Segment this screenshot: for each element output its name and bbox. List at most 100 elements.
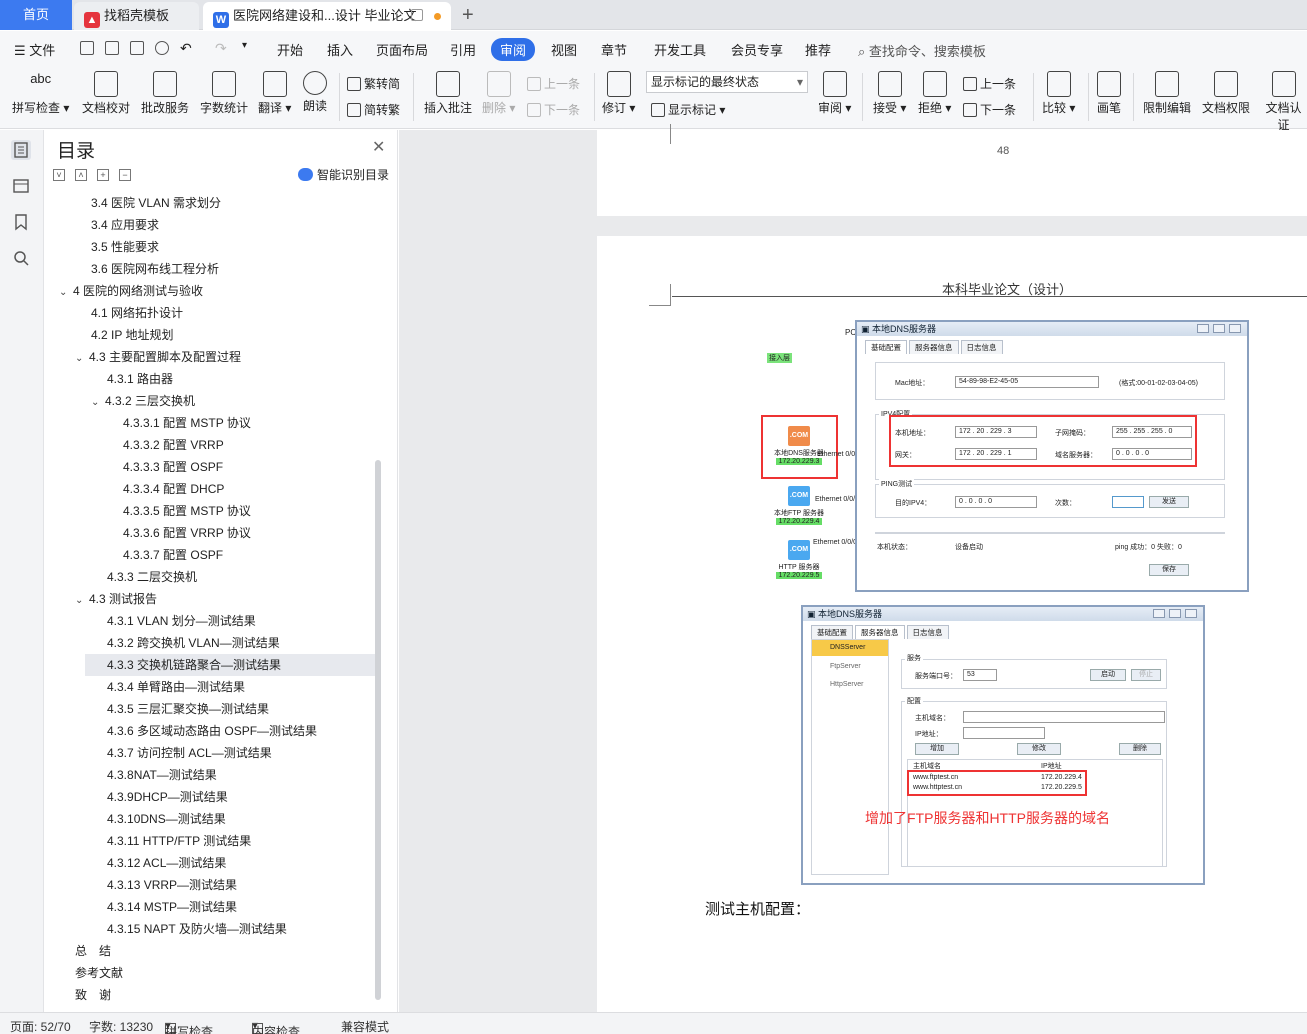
window-mode-icon[interactable] <box>411 9 423 21</box>
toc-item[interactable]: 4.3.3 交换机链路聚合—测试结果 <box>85 654 375 676</box>
toc-item[interactable]: 4.3.1 路由器 <box>45 368 375 390</box>
expand-chevron-icon[interactable]: ⌄ <box>91 392 105 414</box>
toc-item[interactable]: 4.3.3.3 配置 OSPF <box>45 456 375 478</box>
markup-state-select[interactable]: 显示标记的最终状态 <box>646 71 808 93</box>
toc-item[interactable]: 4.3.10DNS—测试结果 <box>45 808 375 830</box>
toc-item[interactable]: 4.3.3.6 配置 VRRP 协议 <box>45 522 375 544</box>
simp-to-trad-button[interactable]: 简转繁 <box>347 101 400 118</box>
insert-comment-button[interactable]: 插入批注 <box>424 71 472 116</box>
file-menu[interactable]: ☰ 文件 <box>14 40 55 59</box>
tab-document[interactable]: W 医院网络建设和...设计 毕业论文 <box>203 2 451 30</box>
tab-template-store[interactable]: ▲ 找稻壳模板 <box>74 2 199 30</box>
menu-layout[interactable]: 页面布局 <box>376 40 428 59</box>
undo-icon[interactable]: ↶ <box>180 40 192 57</box>
collapse-all-icon[interactable]: ˅ <box>53 169 65 181</box>
body-paragraph[interactable]: 测试主机配置： <box>705 898 810 919</box>
content-check-status[interactable]: 内容检查 ▾ <box>252 1018 300 1034</box>
toc-item[interactable]: 4.3.3.4 配置 DHCP <box>45 478 375 500</box>
toc-item[interactable]: 4.3.2 跨交换机 VLAN—测试结果 <box>45 632 375 654</box>
menu-start[interactable]: 开始 <box>277 40 303 59</box>
spell-check-status[interactable]: 拼写检查 ▾ <box>165 1018 213 1034</box>
toc-item[interactable]: 致 谢 <box>45 984 375 1006</box>
toc-item[interactable]: 4.3.15 NAPT 及防火墙—测试结果 <box>45 918 375 940</box>
toc-item[interactable]: 3.4 医院 VLAN 需求划分 <box>45 192 375 214</box>
read-aloud-button[interactable]: 朗读 <box>303 71 327 114</box>
toc-item[interactable]: ⌄ 4.3 主要配置脚本及配置过程 <box>45 346 375 368</box>
doc-check-button[interactable]: 文档校对 <box>82 71 130 116</box>
trad-to-simp-button[interactable]: 繁转简 <box>347 75 400 92</box>
nav-pane-button[interactable] <box>11 176 31 196</box>
toc-item[interactable]: 4.3.3.2 配置 VRRP <box>45 434 375 456</box>
prev-revision-button[interactable]: 上一条 <box>963 75 1016 92</box>
toc-item[interactable]: 3.4 应用要求 <box>45 214 375 236</box>
doc-cert-button[interactable]: 文档认证 <box>1260 71 1307 133</box>
customize-toolbar-icon[interactable]: ▾ <box>242 40 247 51</box>
review-pane-button[interactable]: 审阅 ▾ <box>818 71 851 116</box>
toc-item[interactable]: 4.3.12 ACL—测试结果 <box>45 852 375 874</box>
word-count-indicator[interactable]: 字数: 13230 <box>89 1018 153 1034</box>
toc-item[interactable]: 3.5 性能要求 <box>45 236 375 258</box>
toc-item[interactable]: 4.3.3.1 配置 MSTP 协议 <box>45 412 375 434</box>
expand-all-icon[interactable]: ˄ <box>75 169 87 181</box>
menu-member[interactable]: 会员专享 <box>731 40 783 59</box>
menu-insert[interactable]: 插入 <box>327 40 353 59</box>
toc-item[interactable]: 4.3.1 VLAN 划分—测试结果 <box>45 610 375 632</box>
next-comment-button[interactable]: 下一条 <box>527 101 580 118</box>
compare-button[interactable]: 比较 ▾ <box>1042 71 1075 116</box>
menu-view[interactable]: 视图 <box>551 40 577 59</box>
next-revision-button[interactable]: 下一条 <box>963 101 1016 118</box>
toc-rail-button[interactable] <box>11 140 31 160</box>
delete-comment-button[interactable]: 删除 ▾ <box>482 71 515 116</box>
remove-heading-icon[interactable]: − <box>119 169 131 181</box>
toc-item[interactable]: 4.3.13 VRRP—测试结果 <box>45 874 375 896</box>
toc-item[interactable]: 4.3.4 单臂路由—测试结果 <box>45 676 375 698</box>
smart-toc-button[interactable]: 智能识别目录 <box>298 166 389 183</box>
toc-item[interactable]: 4.1 网络拓扑设计 <box>45 302 375 324</box>
spell-check-button[interactable]: abc 拼写检查 ▾ <box>12 71 69 116</box>
show-markup-button[interactable]: 显示标记 ▾ <box>651 101 725 118</box>
toc-item[interactable]: 4.3.8NAT—测试结果 <box>45 764 375 786</box>
expand-chevron-icon[interactable]: ⌄ <box>75 348 89 370</box>
prev-comment-button[interactable]: 上一条 <box>527 75 580 92</box>
page-indicator[interactable]: 页面: 52/70 <box>10 1018 71 1034</box>
expand-chevron-icon[interactable]: ⌄ <box>75 590 89 612</box>
revise-button[interactable]: 修订 ▾ <box>602 71 635 116</box>
toc-item[interactable]: 3.6 医院网布线工程分析 <box>45 258 375 280</box>
doc-rights-button[interactable]: 文档权限 <box>1202 71 1250 116</box>
command-search[interactable]: ⌕ 查找命令、搜索模板 <box>858 41 986 60</box>
export-pdf-icon[interactable] <box>105 41 119 55</box>
menu-references[interactable]: 引用 <box>450 40 476 59</box>
restrict-edit-button[interactable]: 限制编辑 <box>1143 71 1191 116</box>
redo-icon[interactable]: ↷ <box>215 40 227 57</box>
new-tab-button[interactable]: + <box>462 2 474 28</box>
toc-item[interactable]: 参考文献 <box>45 962 375 984</box>
bookmark-button[interactable] <box>11 212 31 232</box>
toc-item[interactable]: 4.3.6 多区域动态路由 OSPF—测试结果 <box>45 720 375 742</box>
print-preview-icon[interactable] <box>155 41 169 55</box>
toc-item[interactable]: ⌄ 4.3.2 三层交换机 <box>45 390 375 412</box>
word-count-button[interactable]: 字数统计 <box>200 71 248 116</box>
toc-scrollbar[interactable] <box>375 460 381 1000</box>
menu-chapter[interactable]: 章节 <box>601 40 627 59</box>
expand-chevron-icon[interactable]: ⌄ <box>59 282 73 304</box>
toc-item[interactable]: 4.3.7 访问控制 ACL—测试结果 <box>45 742 375 764</box>
reject-button[interactable]: 拒绝 ▾ <box>918 71 951 116</box>
menu-dev-tools[interactable]: 开发工具 <box>654 40 706 59</box>
menu-recommend[interactable]: 推荐 <box>805 40 831 59</box>
find-button[interactable] <box>11 248 31 268</box>
batch-service-button[interactable]: 批改服务 <box>141 71 189 116</box>
toc-item[interactable]: 4.3.5 三层汇聚交换—测试结果 <box>45 698 375 720</box>
toc-item[interactable]: 4.3.9DHCP—测试结果 <box>45 786 375 808</box>
toc-item[interactable]: 4.3.3.7 配置 OSPF <box>45 544 375 566</box>
print-icon[interactable] <box>130 41 144 55</box>
toc-item[interactable]: 4.3.14 MSTP—测试结果 <box>45 896 375 918</box>
toc-item[interactable]: 4.3.11 HTTP/FTP 测试结果 <box>45 830 375 852</box>
save-icon[interactable] <box>80 41 94 55</box>
toc-item[interactable]: 总 结 <box>45 940 375 962</box>
close-icon[interactable]: ✕ <box>372 137 385 157</box>
toc-item[interactable]: 4.3.3 二层交换机 <box>45 566 375 588</box>
pen-button[interactable]: 画笔 <box>1097 71 1121 116</box>
toc-item[interactable]: 4.2 IP 地址规划 <box>45 324 375 346</box>
translate-button[interactable]: 翻译 ▾ <box>258 71 291 116</box>
toc-item[interactable]: ⌄ 4 医院的网络测试与验收 <box>45 280 375 302</box>
